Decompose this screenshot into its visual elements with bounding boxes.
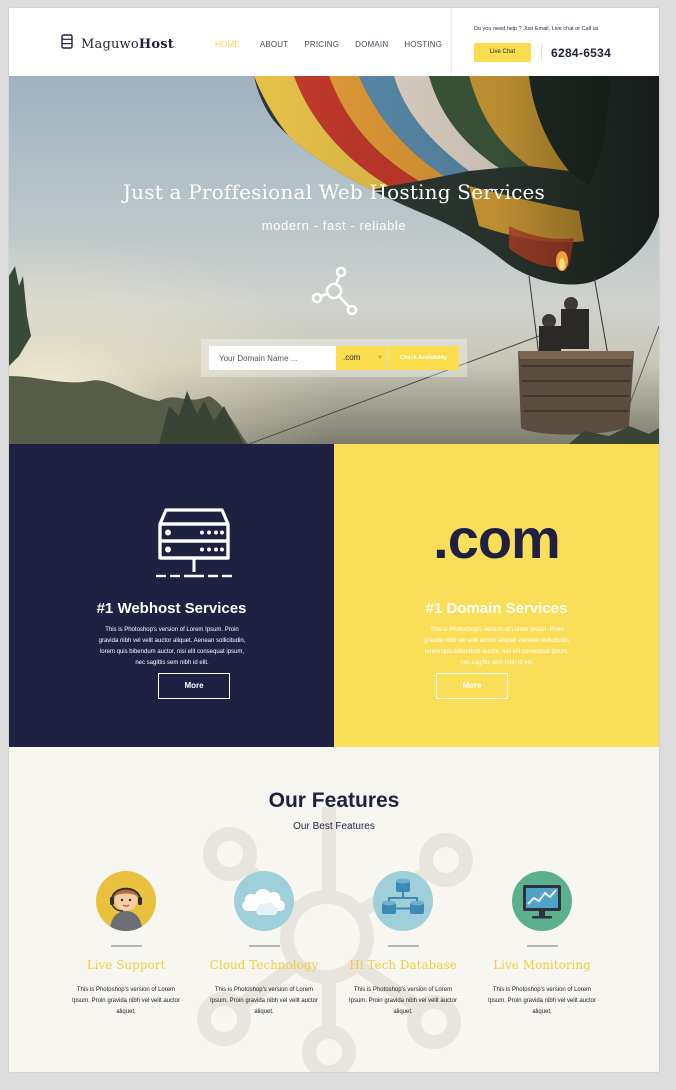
cloud-icon [234, 871, 294, 931]
feature-title: Hi Tech Database [349, 958, 457, 972]
domain-service-panel: .com #1 Domain Services This is Photosho… [334, 444, 659, 747]
nav-home[interactable]: HOME [215, 40, 240, 49]
feature-cloud-technology: Cloud Technology This is Photoshop's ver… [189, 871, 339, 1031]
help-box: Do you need help ? Just Email, Live chat… [451, 8, 659, 76]
divider [388, 945, 419, 947]
live-chat-button[interactable]: Live Chat [474, 43, 531, 62]
network-share-icon [311, 266, 358, 316]
feature-live-monitoring: Live Monitoring This is Photoshop's vers… [467, 871, 617, 1031]
domain-title: #1 Domain Services [425, 600, 568, 617]
webhost-title: #1 Webhost Services [96, 600, 247, 617]
features-section: Our Features Our Best Features Live Supp… [9, 747, 659, 1072]
divider [249, 945, 280, 947]
database-icon [373, 871, 433, 931]
site-header: MaguwoHost HOME ABOUT PRICING DOMAIN HOS… [9, 8, 659, 76]
support-agent-icon [96, 871, 156, 931]
domain-search-bar: .com ▼ Check Availability [201, 339, 467, 377]
hero-balloon-image [9, 76, 659, 444]
nav-domain[interactable]: DOMAIN [355, 40, 388, 49]
features-title: Our Features [268, 789, 400, 812]
monitor-icon [512, 871, 572, 931]
domain-description: This is Photoshop's version of Lorem Ips… [423, 627, 571, 666]
feature-hi-tech-database: Hi Tech Database This is Photoshop's ver… [328, 871, 478, 1031]
domain-search-input[interactable] [209, 346, 336, 370]
logo-text: MaguwoHost [81, 37, 174, 52]
tld-select[interactable]: .com ▼ [336, 346, 387, 370]
feature-title: Live Monitoring [493, 958, 591, 972]
logo-prefix: Maguwo [81, 36, 139, 52]
feature-description: This is Photoshop's version of Lorem Ips… [71, 987, 181, 1015]
page: MaguwoHost HOME ABOUT PRICING DOMAIN HOS… [9, 8, 659, 1072]
nav-pricing[interactable]: PRICING [304, 40, 339, 49]
check-availability-button[interactable]: Check Availability [388, 346, 459, 370]
phone-number[interactable]: 6284-6534 [551, 46, 611, 60]
webhost-service-panel: #1 Webhost Services This is Photoshop's … [9, 444, 334, 747]
feature-description: This is Photoshop's version of Lorem Ips… [209, 987, 319, 1015]
webhost-more-button[interactable]: More [158, 673, 230, 699]
logo[interactable]: MaguwoHost [61, 34, 174, 54]
domain-more-button[interactable]: More [436, 673, 508, 699]
hero-subtitle: modern - fast - reliable [261, 218, 407, 233]
server-icon [156, 508, 232, 578]
feature-live-support: Live Support This is Photoshop's version… [51, 871, 201, 1031]
divider [527, 945, 558, 947]
help-text: Do you need help ? Just Email, Live chat… [474, 26, 599, 32]
tld-selected: .com [343, 353, 361, 362]
divider [111, 945, 142, 947]
server-logo-icon [61, 34, 73, 54]
webhost-description: This is Photoshop's version of Lorem Ips… [98, 627, 246, 666]
dotcom-badge: .com [433, 507, 561, 570]
divider [541, 44, 542, 61]
hero-banner: Just a Proffesional Web Hosting Services… [9, 76, 659, 444]
nav-hosting[interactable]: HOSTING [404, 40, 442, 49]
main-nav: HOME ABOUT PRICING DOMAIN HOSTING [215, 40, 442, 49]
feature-description: This is Photoshop's version of Lorem Ips… [348, 987, 458, 1015]
chevron-down-icon: ▼ [377, 355, 383, 361]
feature-title: Live Support [86, 958, 166, 972]
nav-about[interactable]: ABOUT [260, 40, 289, 49]
feature-title: Cloud Technology [209, 958, 319, 972]
hero-title: Just a Proffesional Web Hosting Services [122, 180, 546, 204]
feature-description: This is Photoshop's version of Lorem Ips… [487, 987, 597, 1015]
features-subtitle: Our Best Features [293, 821, 375, 832]
logo-suffix: Host [138, 36, 174, 52]
